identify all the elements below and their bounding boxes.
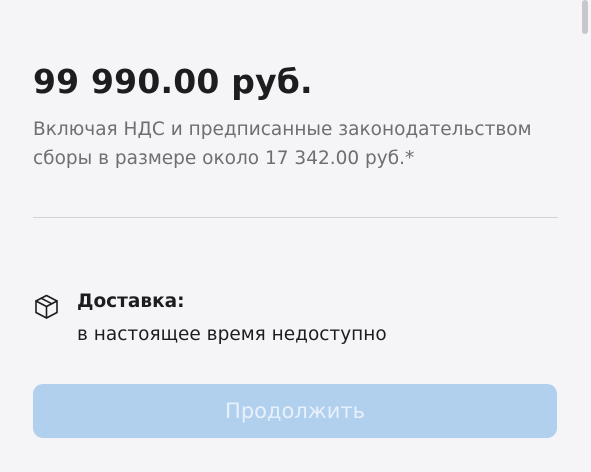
continue-button[interactable]: Продолжить — [33, 384, 557, 438]
delivery-status: в настоящее время недоступно — [77, 324, 387, 345]
vat-note: Включая НДС и предписанные законодательс… — [33, 119, 532, 169]
divider — [33, 217, 558, 218]
scrollbar-thumb[interactable] — [582, 0, 588, 34]
price-amount: 99 990.00 руб. — [33, 62, 313, 101]
box-icon — [33, 293, 60, 320]
delivery-title: Доставка: — [77, 291, 185, 312]
